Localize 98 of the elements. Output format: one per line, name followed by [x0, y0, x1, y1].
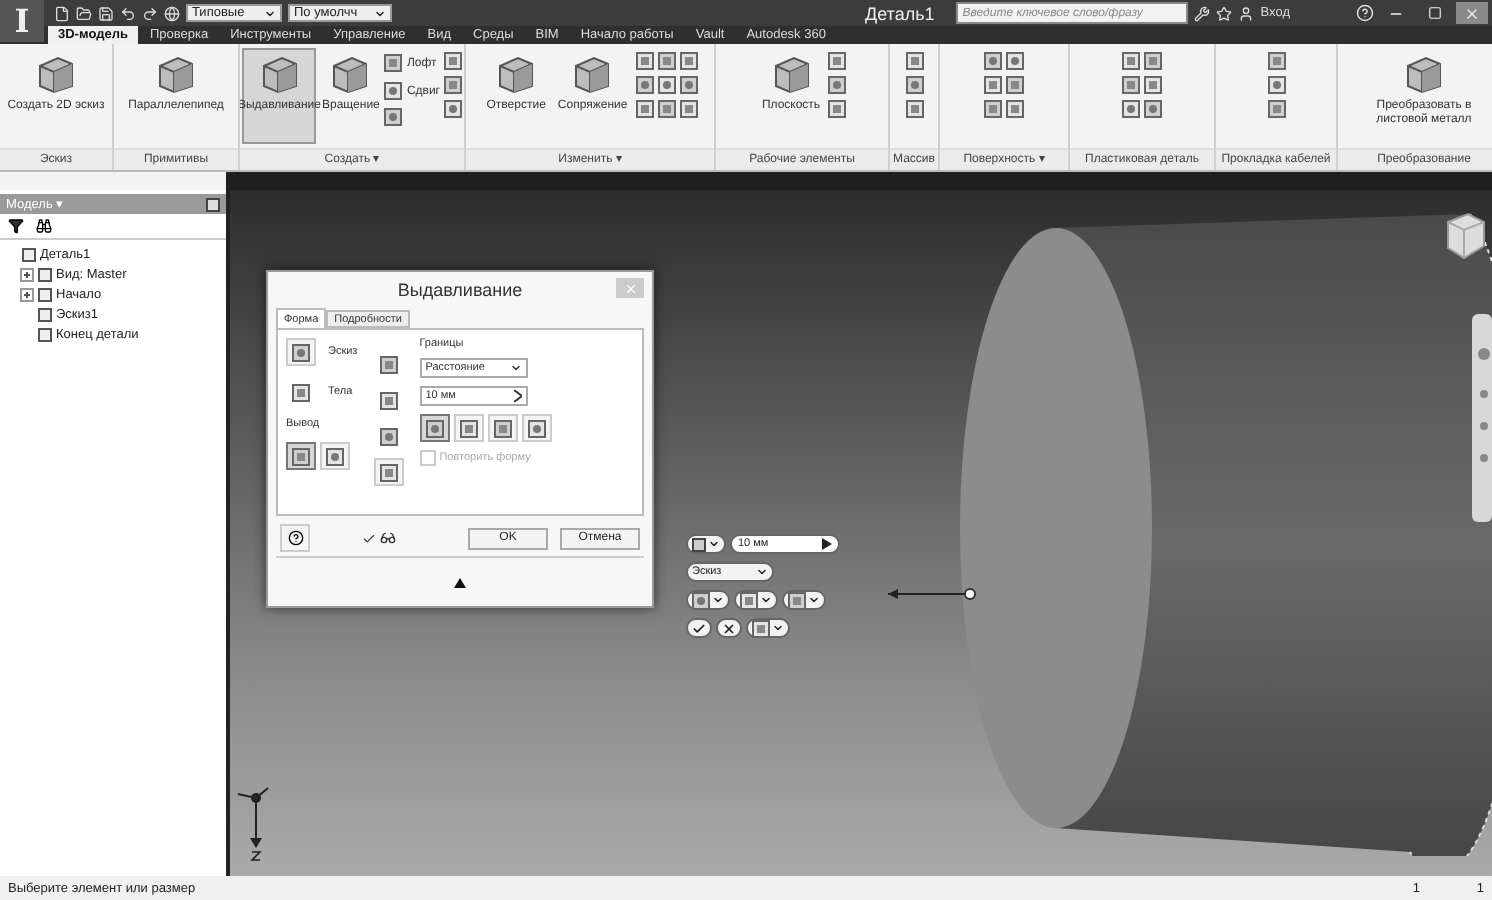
shape-icon[interactable]: [384, 82, 403, 100]
help-button[interactable]: [280, 524, 310, 552]
shape-icon[interactable]: [692, 591, 710, 609]
caret-icon: [509, 362, 522, 374]
close-icon: [623, 281, 637, 295]
shape-icon[interactable]: [425, 419, 444, 437]
distance-arrow[interactable]: [886, 586, 978, 602]
node-icon: [38, 308, 52, 322]
caret-icon: [760, 594, 772, 606]
shape-icon[interactable]: [657, 76, 676, 94]
profile-button[interactable]: [286, 338, 316, 366]
panel-icon[interactable]: [206, 197, 220, 211]
direction-button[interactable]: [453, 414, 484, 442]
caret-icon: [708, 538, 720, 550]
check-icon: [362, 531, 376, 545]
caret-icon: [712, 594, 724, 606]
filter-icon[interactable]: [8, 218, 24, 234]
caret-icon: [772, 622, 784, 634]
cube-icon: [257, 52, 302, 96]
shape-icon[interactable]: [1006, 52, 1024, 70]
caret-icon: [374, 7, 386, 19]
shape-icon[interactable]: [828, 52, 847, 70]
cube-icon: [153, 52, 198, 96]
option-dropdown[interactable]: [734, 590, 778, 610]
shape-icon[interactable]: [1122, 100, 1140, 118]
shape-icon[interactable]: [984, 52, 1002, 70]
direction-button[interactable]: [521, 414, 552, 442]
expand-toggle[interactable]: [20, 268, 34, 282]
shape-icon[interactable]: [379, 463, 398, 481]
option-dropdown[interactable]: [686, 590, 730, 610]
window-title: Деталь1: [865, 3, 935, 23]
maximize-icon: [1427, 6, 1441, 20]
shape-icon[interactable]: [527, 419, 546, 437]
shape-icon[interactable]: [292, 383, 310, 401]
shape-icon[interactable]: [1267, 76, 1285, 94]
direction-dropdown[interactable]: [686, 534, 726, 554]
cube-icon: [769, 52, 813, 96]
shape-icon[interactable]: [384, 54, 403, 72]
cross-icon: [722, 621, 736, 635]
shape-icon[interactable]: [1267, 52, 1285, 70]
expand-icon[interactable]: [454, 577, 466, 587]
cube-icon: [33, 52, 78, 96]
ok-button[interactable]: [686, 618, 712, 638]
shape-icon[interactable]: [384, 108, 403, 126]
shape-icon[interactable]: [635, 76, 654, 94]
wrench-icon[interactable]: [1194, 5, 1211, 21]
shape-icon[interactable]: [828, 76, 847, 94]
node-icon: [38, 328, 52, 342]
expand-toggle[interactable]: [20, 288, 34, 302]
shape-icon[interactable]: [828, 100, 847, 118]
shape-icon[interactable]: [379, 427, 398, 445]
node-icon: [38, 268, 52, 282]
check-icon: [692, 621, 706, 635]
shape-icon[interactable]: [292, 343, 310, 361]
globe-icon[interactable]: [164, 5, 180, 21]
folder-icon[interactable]: [76, 5, 92, 21]
shape-icon[interactable]: [1267, 100, 1285, 118]
caret-icon: [808, 594, 820, 606]
cube-icon: [494, 52, 539, 96]
help-icon[interactable]: [1356, 4, 1374, 22]
shape-icon[interactable]: [679, 76, 698, 94]
direction-button[interactable]: [419, 414, 450, 442]
extrude-icon: [692, 537, 706, 551]
option-dropdown[interactable]: [782, 590, 826, 610]
output-button[interactable]: [320, 442, 350, 470]
save-icon[interactable]: [98, 5, 114, 21]
file-icon[interactable]: [54, 5, 70, 21]
shape-icon[interactable]: [1144, 100, 1162, 118]
arrow-icon: [822, 538, 832, 550]
cube-icon: [570, 52, 615, 96]
star-icon[interactable]: [1216, 5, 1233, 21]
cube-icon: [1402, 52, 1446, 96]
shape-icon[interactable]: [905, 52, 923, 70]
undo-icon[interactable]: [120, 5, 136, 21]
application-button[interactable]: I: [0, 0, 44, 42]
direction-button[interactable]: [487, 414, 518, 442]
caret-icon: [756, 566, 768, 578]
dialog-title: Выдавливание: [397, 280, 523, 300]
node-icon: [38, 288, 52, 302]
glasses-icon: [380, 530, 396, 546]
shape-icon[interactable]: [905, 76, 923, 94]
user-icon[interactable]: [1238, 5, 1255, 21]
menu-dropdown[interactable]: [746, 618, 790, 638]
output-button[interactable]: [286, 442, 316, 470]
cancel-button[interactable]: [716, 618, 742, 638]
binoculars-icon[interactable]: [36, 218, 52, 234]
caret-icon: [264, 7, 276, 19]
close-icon: [1464, 5, 1480, 21]
shape-icon[interactable]: [905, 100, 923, 118]
shape-icon[interactable]: [444, 100, 462, 118]
help-icon: [287, 530, 303, 546]
shape-icon[interactable]: [292, 447, 310, 465]
shape-icon[interactable]: [326, 447, 344, 465]
operation-button[interactable]: [373, 458, 404, 486]
cube-icon: [328, 52, 373, 96]
redo-icon[interactable]: [142, 5, 158, 21]
node-icon: [22, 248, 36, 262]
preview-checkbox[interactable]: [362, 530, 396, 546]
